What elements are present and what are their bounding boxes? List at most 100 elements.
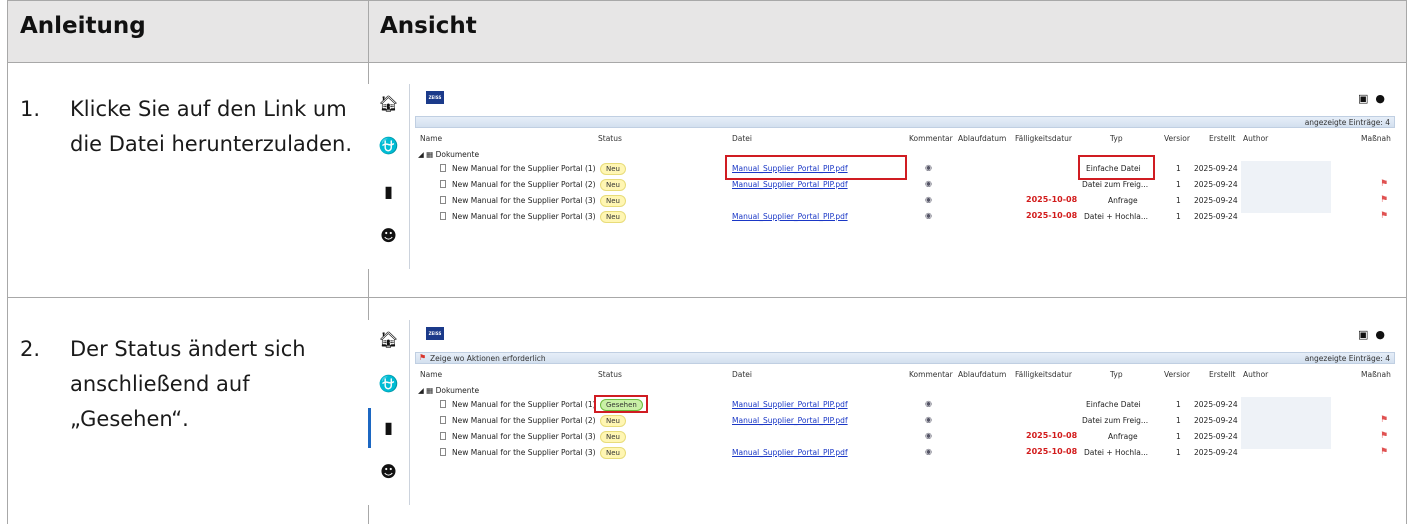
comment-icon[interactable]: ◉ (925, 431, 932, 440)
database-icon[interactable]: ⛎ (368, 374, 409, 393)
col-datei[interactable]: Datei (732, 370, 752, 379)
row-name: New Manual for the Supplier Portal (3) (452, 432, 596, 441)
row-version: 1 (1176, 448, 1181, 457)
comment-icon[interactable]: ◉ (925, 179, 932, 188)
step-1-text: Klicke Sie auf den Link um die Datei her… (70, 97, 353, 156)
entries-count: angezeigte Einträge: 4 (1304, 118, 1390, 127)
col-author[interactable]: Author (1243, 134, 1268, 143)
action-filter-flag-icon[interactable]: ⚑ (419, 353, 426, 362)
col-typ[interactable]: Typ (1110, 134, 1123, 143)
action-flag-icon[interactable]: ⚑ (1380, 211, 1388, 221)
comment-icon[interactable]: ◉ (925, 399, 932, 408)
col-faelligkeit[interactable]: Fälligkeitsdatur (1015, 134, 1072, 143)
col-kommentar[interactable]: Kommentar (909, 134, 953, 143)
home-icon[interactable]: 🏠︎ (368, 94, 409, 113)
windows-icon[interactable]: ▣ (1358, 328, 1368, 341)
user-icon[interactable]: ● (1375, 328, 1385, 341)
col-erstellt[interactable]: Erstellt (1209, 370, 1235, 379)
action-filter-label[interactable]: Zeige wo Aktionen erforderlich (430, 354, 546, 363)
row-version: 1 (1176, 180, 1181, 189)
file-link[interactable]: Manual_Supplier_Portal_PIP.pdf (732, 212, 848, 221)
portal-screenshot-1: 🏠︎ ⛎ ▮ ☻ ZEISS ▣ ● angezeigte Einträge: … (368, 84, 1395, 269)
folder-row[interactable]: ◢ ▦ Dokumente (418, 386, 479, 395)
col-massnahme[interactable]: Maßnah (1361, 370, 1391, 379)
row-created: 2025-09-24 (1194, 212, 1238, 221)
status-badge: Neu (600, 163, 626, 175)
col-version[interactable]: Versior (1164, 134, 1190, 143)
documents-icon[interactable]: ▮ (368, 182, 409, 201)
file-link[interactable]: Manual_Supplier_Portal_PIP.pdf (732, 416, 848, 425)
row-name: New Manual for the Supplier Portal (3) (452, 212, 596, 221)
row-created: 2025-09-24 (1194, 416, 1238, 425)
action-flag-icon[interactable]: ⚑ (1380, 195, 1388, 205)
due-date: 2025-10-08 (1026, 447, 1078, 456)
portal-screenshot-2: 🏠︎ ⛎ ▮ ☻ ZEISS ▣ ● ⚑ Zeige wo Aktionen e… (368, 320, 1395, 505)
row-type: Datei zum Freig... (1082, 416, 1149, 425)
document-icon (440, 432, 446, 440)
row-name: New Manual for the Supplier Portal (3) (452, 196, 596, 205)
col-status[interactable]: Status (598, 134, 622, 143)
comment-icon[interactable]: ◉ (925, 447, 932, 456)
action-flag-icon[interactable]: ⚑ (1380, 447, 1388, 457)
folder-row[interactable]: ◢ ▦ Dokumente (418, 150, 479, 159)
step-2-text: Der Status ändert sich anschließend auf … (70, 337, 306, 431)
file-link[interactable]: Manual_Supplier_Portal_PIP.pdf (732, 180, 848, 189)
col-version[interactable]: Versior (1164, 370, 1190, 379)
document-icon (440, 416, 446, 424)
row-created: 2025-09-24 (1194, 432, 1238, 441)
zeiss-logo: ZEISS (426, 327, 444, 340)
comment-icon[interactable]: ◉ (925, 415, 932, 424)
status-badge: Neu (600, 415, 626, 427)
col-author[interactable]: Author (1243, 370, 1268, 379)
sidebar: 🏠︎ ⛎ ▮ ☻ (368, 320, 410, 505)
col-name[interactable]: Name (420, 370, 442, 379)
col-ablaufdatum[interactable]: Ablaufdatum (958, 134, 1006, 143)
row-version: 1 (1176, 164, 1181, 173)
row-type: Anfrage (1108, 432, 1138, 441)
windows-icon[interactable]: ▣ (1358, 92, 1368, 105)
support-icon[interactable]: ☻ (368, 462, 409, 481)
status-badge: Neu (600, 179, 626, 191)
row-created: 2025-09-24 (1194, 196, 1238, 205)
comment-icon[interactable]: ◉ (925, 211, 932, 220)
author-cell (1241, 161, 1331, 213)
user-icon[interactable]: ● (1375, 92, 1385, 105)
action-flag-icon[interactable]: ⚑ (1380, 415, 1388, 425)
header-anleitung: Anleitung (20, 13, 146, 39)
sidebar: 🏠︎ ⛎ ▮ ☻ (368, 84, 410, 269)
row-divider (8, 297, 1406, 298)
col-faelligkeit[interactable]: Fälligkeitsdatur (1015, 370, 1072, 379)
col-typ[interactable]: Typ (1110, 370, 1123, 379)
due-date: 2025-10-08 (1026, 211, 1078, 220)
col-status[interactable]: Status (598, 370, 622, 379)
folder-label: Dokumente (435, 150, 480, 159)
file-link[interactable]: Manual_Supplier_Portal_PIP.pdf (732, 448, 848, 457)
col-name[interactable]: Name (420, 134, 442, 143)
support-icon[interactable]: ☻ (368, 226, 409, 245)
col-massnahme[interactable]: Maßnah (1361, 134, 1391, 143)
documents-icon[interactable]: ▮ (368, 418, 409, 437)
row-name: New Manual for the Supplier Portal (3) (452, 448, 596, 457)
document-icon (440, 448, 446, 456)
file-link[interactable]: Manual_Supplier_Portal_PIP.pdf (732, 400, 848, 409)
entries-count: angezeigte Einträge: 4 (1304, 354, 1390, 363)
row-version: 1 (1176, 196, 1181, 205)
row-type: Datei + Hochla... (1084, 212, 1148, 221)
due-date: 2025-10-08 (1026, 195, 1078, 204)
comment-icon[interactable]: ◉ (925, 163, 932, 172)
col-datei[interactable]: Datei (732, 134, 752, 143)
row-name: New Manual for the Supplier Portal (2) (452, 416, 596, 425)
home-icon[interactable]: 🏠︎ (368, 330, 409, 349)
col-erstellt[interactable]: Erstellt (1209, 134, 1235, 143)
comment-icon[interactable]: ◉ (925, 195, 932, 204)
action-flag-icon[interactable]: ⚑ (1380, 431, 1388, 441)
document-icon (440, 212, 446, 220)
database-icon[interactable]: ⛎ (368, 136, 409, 155)
action-flag-icon[interactable]: ⚑ (1380, 179, 1388, 189)
zeiss-logo: ZEISS (426, 91, 444, 104)
toolbar: ⚑ Zeige wo Aktionen erforderlich angezei… (415, 352, 1395, 364)
row-created: 2025-09-24 (1194, 180, 1238, 189)
document-icon (440, 180, 446, 188)
col-kommentar[interactable]: Kommentar (909, 370, 953, 379)
col-ablaufdatum[interactable]: Ablaufdatum (958, 370, 1006, 379)
